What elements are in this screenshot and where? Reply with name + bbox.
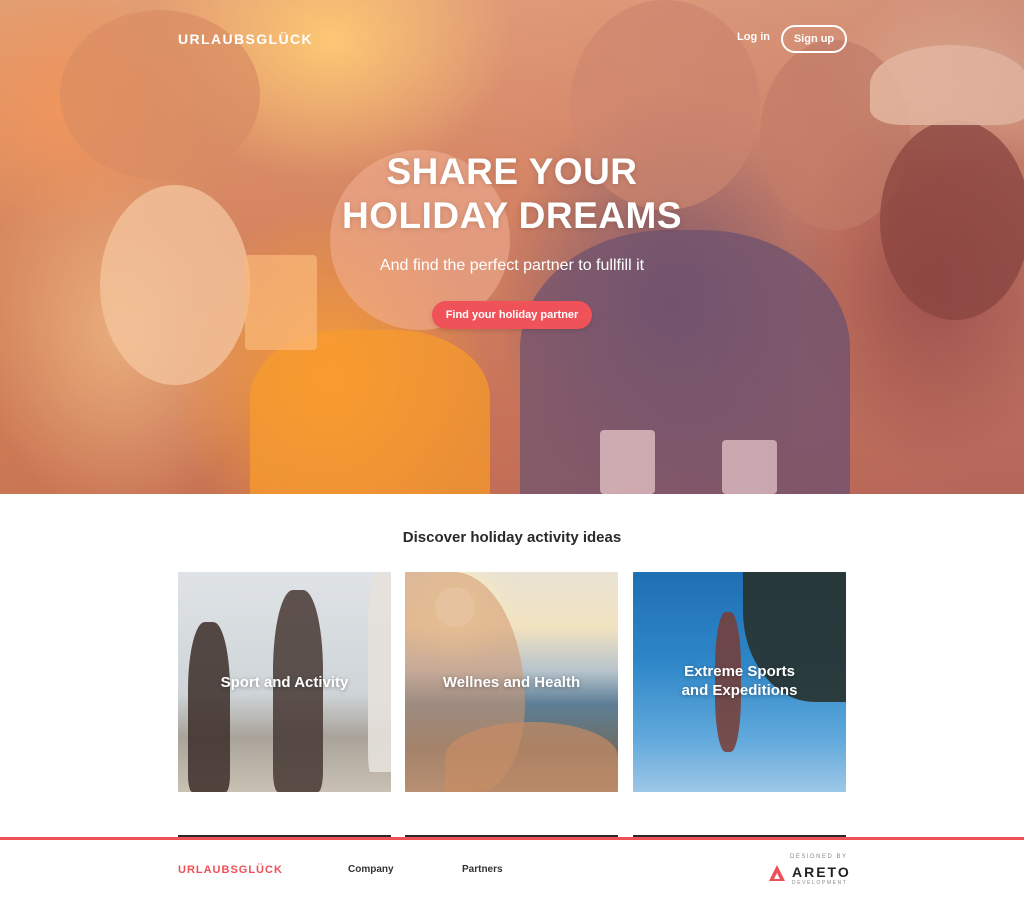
section-title: Discover holiday activity ideas <box>402 529 622 546</box>
card-label-line2: and Expeditions <box>681 682 798 699</box>
signup-button[interactable]: Sign up <box>781 25 847 53</box>
card-photo-legs <box>445 722 618 792</box>
footer-link-company[interactable]: Company <box>348 864 394 875</box>
studio-name[interactable]: ARETO <box>792 864 851 880</box>
footer: URLAUBSGLÜCK Company Partners DESIGNED B… <box>0 837 1024 903</box>
areto-logo-icon <box>769 865 785 881</box>
card-label: Sport and Activity <box>220 674 349 691</box>
hero-banner: URLAUBSGLÜCK Log in Sign up SHARE YOUR H… <box>0 0 1024 494</box>
hero-subline: And find the perfect partner to fullfill… <box>379 257 645 274</box>
card-label: Extreme Sports and Expeditions <box>633 662 846 700</box>
activity-card-extreme[interactable]: Extreme Sports and Expeditions <box>633 572 846 792</box>
hero-overlay <box>0 0 1024 494</box>
activity-card-wellness[interactable]: Wellnes and Health <box>405 572 618 792</box>
card-label: Wellnes and Health <box>442 674 581 691</box>
hero-headline-line2: HOLIDAY DREAMS <box>341 195 683 236</box>
hero-headline: SHARE YOUR HOLIDAY DREAMS <box>262 150 762 238</box>
login-link[interactable]: Log in <box>737 31 770 43</box>
card-label-line1: Extreme Sports <box>684 663 795 680</box>
hero-headline-line1: SHARE YOUR <box>386 151 638 192</box>
card-photo-runner <box>368 572 391 772</box>
footer-link-partners[interactable]: Partners <box>462 864 503 875</box>
activity-card-sport[interactable]: Sport and Activity <box>178 572 391 792</box>
brand-logo[interactable]: URLAUBSGLÜCK <box>178 31 313 47</box>
studio-subtitle: DEVELOPMENT <box>792 880 848 886</box>
designed-by-label: DESIGNED BY <box>790 854 848 860</box>
find-partner-button[interactable]: Find your holiday partner <box>432 301 592 329</box>
card-photo-runner <box>188 622 230 792</box>
footer-brand[interactable]: URLAUBSGLÜCK <box>178 864 283 876</box>
